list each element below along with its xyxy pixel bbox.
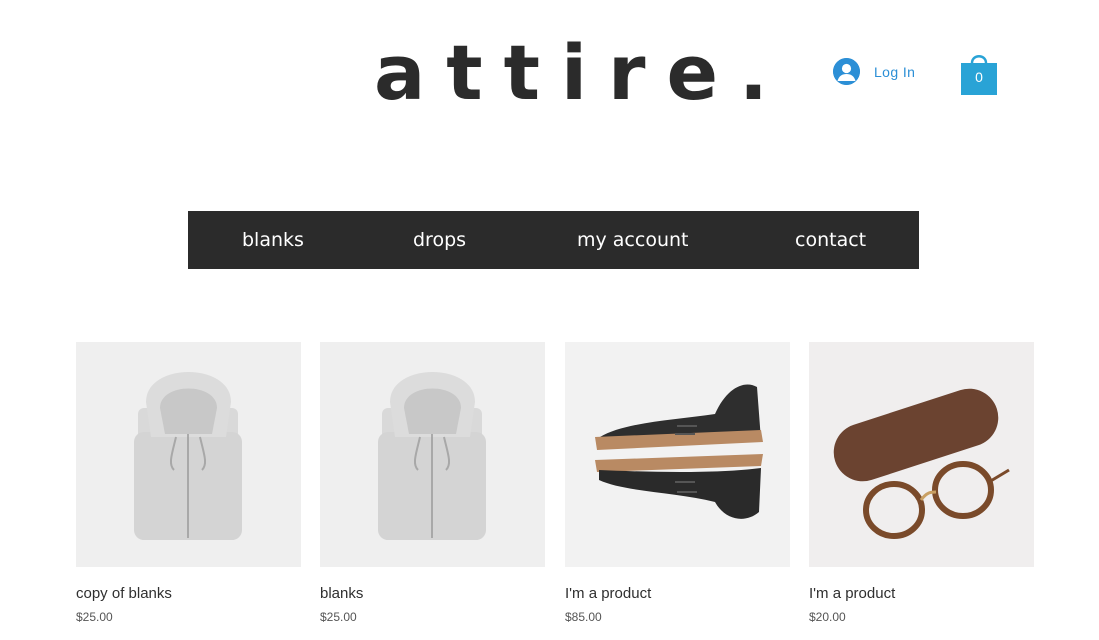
product-price: $85.00 bbox=[565, 610, 602, 624]
leather-shoes-image[interactable] bbox=[565, 342, 790, 567]
product-price: $20.00 bbox=[809, 610, 846, 624]
nav-item-drops[interactable]: drops bbox=[413, 211, 466, 269]
login-label: Log In bbox=[874, 63, 916, 80]
login-button[interactable]: Log In bbox=[833, 58, 915, 85]
nav-item-contact[interactable]: contact bbox=[795, 211, 866, 269]
site-logo[interactable]: attire. bbox=[374, 28, 789, 118]
product-card[interactable]: I'm a product $20.00 bbox=[809, 342, 1034, 624]
product-card[interactable]: copy of blanks $25.00 bbox=[76, 342, 301, 624]
cart-count: 0 bbox=[975, 69, 983, 85]
product-price: $25.00 bbox=[320, 610, 357, 624]
nav-item-blanks[interactable]: blanks bbox=[242, 211, 304, 269]
folded-hoodie-image[interactable] bbox=[320, 342, 545, 567]
product-name[interactable]: I'm a product bbox=[809, 585, 1034, 602]
store-page: attire. Log In 0 blanks drops my account… bbox=[0, 0, 1099, 640]
product-name[interactable]: blanks bbox=[320, 585, 545, 602]
product-name[interactable]: copy of blanks bbox=[76, 585, 301, 602]
cart-button[interactable]: 0 bbox=[960, 50, 998, 96]
product-card[interactable]: blanks $25.00 bbox=[320, 342, 545, 624]
product-card[interactable]: I'm a product $85.00 bbox=[565, 342, 790, 624]
product-price: $25.00 bbox=[76, 610, 113, 624]
folded-hoodie-image[interactable] bbox=[76, 342, 301, 567]
nav-item-my-account[interactable]: my account bbox=[577, 211, 689, 269]
glasses-and-case-image[interactable] bbox=[809, 342, 1034, 567]
product-name[interactable]: I'm a product bbox=[565, 585, 790, 602]
main-nav: blanks drops my account contact bbox=[188, 211, 919, 269]
user-avatar-icon bbox=[833, 58, 860, 85]
